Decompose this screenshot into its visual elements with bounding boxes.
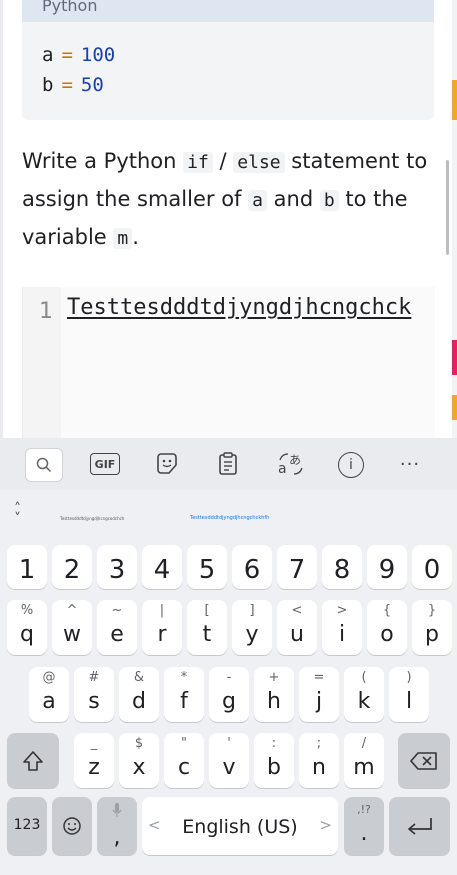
code-language-label: Python (42, 0, 98, 15)
key-w[interactable]: ^ w (52, 600, 92, 655)
more-icon[interactable]: ··· (395, 450, 425, 478)
key-v[interactable]: ' v (209, 733, 249, 788)
line-number: 1 (39, 299, 53, 324)
collapse-icon[interactable]: ˄ ˅ (14, 502, 21, 526)
clipboard-icon[interactable] (213, 450, 243, 478)
line-gutter: 1 (23, 287, 61, 447)
key-4[interactable]: 4 (142, 545, 182, 589)
inline-code: a (248, 190, 267, 211)
comma-key[interactable]: , (97, 797, 137, 855)
period-key[interactable]: ,!? . (344, 797, 384, 855)
variable-name: a (42, 44, 54, 66)
key-x[interactable]: $ x (119, 733, 159, 788)
backspace-icon (410, 752, 437, 770)
key-0[interactable]: 0 (412, 545, 452, 589)
info-icon[interactable]: i (338, 452, 364, 478)
shift-icon (23, 751, 43, 771)
key-i[interactable]: > i (322, 600, 362, 655)
key-g[interactable]: -g (209, 667, 249, 722)
key-d[interactable]: & d (119, 667, 159, 722)
backspace-key[interactable] (398, 733, 450, 788)
gif-icon[interactable]: GIF (90, 453, 120, 475)
key-1[interactable]: 1 (7, 545, 47, 589)
key-3[interactable]: 3 (97, 545, 137, 589)
key-b[interactable]: :b (254, 733, 294, 788)
key-y[interactable]: ] y (232, 600, 272, 655)
key-m[interactable]: / m (344, 733, 384, 788)
translate-icon[interactable]: aあ (276, 450, 306, 478)
key-e[interactable]: ~ e (97, 600, 137, 655)
mic-icon (112, 803, 122, 817)
editor-text[interactable]: Testtesdddtdjyngdjhcngchck (67, 295, 411, 320)
enter-key[interactable] (389, 797, 450, 855)
key-r[interactable]: | r (142, 600, 182, 655)
key-q[interactable]: % q (7, 600, 47, 655)
key-u[interactable]: < u (277, 600, 317, 655)
code-language-tab: Python (22, 0, 434, 22)
key-h[interactable]: + h (254, 667, 294, 722)
enter-icon (408, 818, 432, 835)
key-s[interactable]: # s (74, 667, 114, 722)
number-literal: 50 (80, 74, 104, 96)
number-literal: 100 (80, 44, 116, 66)
code-editor[interactable]: 1 Testtesdddtdjyngdjhcngchck (22, 287, 435, 447)
question-prompt: Write a Python if / else statement to as… (22, 149, 428, 249)
keyboard-toolbar: GIF aあ i ··· (0, 438, 457, 490)
key-a[interactable]: @ a (29, 667, 69, 722)
sticker-icon[interactable] (152, 450, 182, 478)
key-7[interactable]: 7 (277, 545, 317, 589)
svg-text:あ: あ (289, 453, 301, 467)
key-8[interactable]: 8 (322, 545, 362, 589)
space-label: English (US) (182, 816, 298, 838)
key-j[interactable]: = j (299, 667, 339, 722)
key-k[interactable]: (k (344, 667, 384, 722)
key-n[interactable]: ; n (299, 733, 339, 788)
key-z[interactable]: _ z (74, 733, 114, 788)
space-key[interactable]: < English (US) > (142, 797, 338, 855)
key-6[interactable]: 6 (232, 545, 272, 589)
key-l[interactable]: ) l (389, 667, 429, 722)
scrollbar-thumb[interactable] (446, 160, 449, 255)
symbols-key[interactable]: 123 (7, 797, 47, 855)
key-f[interactable]: * f (164, 667, 204, 722)
emoji-icon (63, 817, 81, 835)
inline-code: else (233, 152, 285, 173)
suggestion-item[interactable]: Testtesdddtdjyngdjhcngchckhfh (190, 515, 269, 521)
code-line: a = 100 (42, 44, 115, 66)
inline-code: if (183, 152, 213, 173)
suggestion-item[interactable]: Testtesdddtdjyngdjhcngcodchch (60, 516, 124, 521)
emoji-key[interactable] (52, 797, 92, 855)
key-5[interactable]: 5 (187, 545, 227, 589)
variable-name: b (42, 74, 54, 96)
search-icon[interactable] (25, 448, 63, 482)
inline-code: b (319, 190, 339, 211)
inline-code: m (113, 228, 133, 249)
key-9[interactable]: 9 (367, 545, 407, 589)
key-c[interactable]: " c (164, 733, 204, 788)
key-2[interactable]: 2 (52, 545, 92, 589)
code-block: Python a = 100 b = 50 (22, 0, 434, 120)
key-p[interactable]: } p (412, 600, 452, 655)
suggestion-strip: ˄ ˅ Testtesdddtdjyngdjhcngcodchch Testtes… (0, 490, 457, 540)
operator: = (61, 44, 73, 66)
key-t[interactable]: [t (187, 600, 227, 655)
arrow-right-icon: > (319, 816, 332, 834)
key-o[interactable]: {o (367, 600, 407, 655)
code-line: b = 50 (42, 74, 104, 96)
operator: = (61, 74, 73, 96)
shift-key[interactable] (7, 733, 59, 788)
svg-text:a: a (278, 461, 287, 476)
on-screen-keyboard: GIF aあ i ··· ˄ ˅ Testtesdddtdjyngdjhcngco… (0, 438, 457, 875)
